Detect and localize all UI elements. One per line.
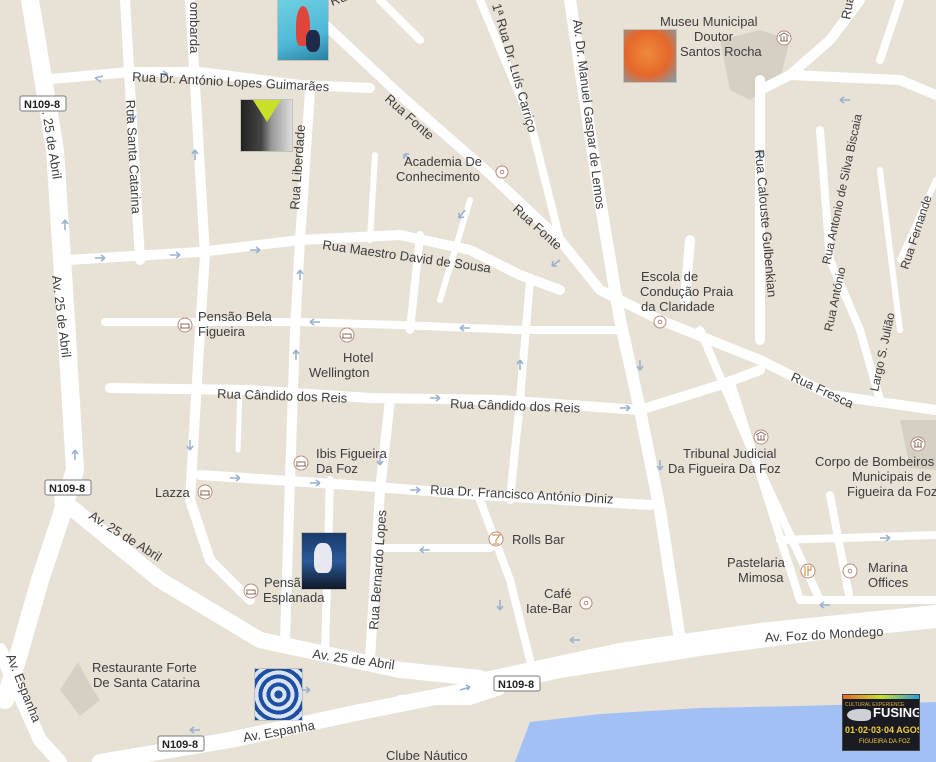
svg-text:Figueira: Figueira [198, 324, 246, 339]
svg-text:N109-8: N109-8 [162, 739, 198, 751]
photo-thumb-tiles[interactable] [255, 669, 302, 720]
svg-text:Doutor: Doutor [694, 29, 734, 44]
poi-clube-nautico[interactable]: Clube Náutico [386, 748, 468, 762]
logo-dates: 01·02·03·04 AGOSTO [845, 725, 919, 735]
map-view[interactable]: Rua Dr. António Lopes Guimarães Rua Font… [0, 0, 936, 762]
svg-text:Offices: Offices [868, 575, 909, 590]
svg-text:Santos Rocha: Santos Rocha [680, 44, 762, 59]
poi-rolls-bar[interactable]: Rolls Bar [488, 531, 565, 547]
map-canvas[interactable]: Rua Dr. António Lopes Guimarães Rua Font… [0, 0, 936, 762]
svg-text:Conhecimento: Conhecimento [396, 169, 480, 184]
shield-n109-8-2: N109-8 [44, 479, 92, 496]
svg-text:Academia De: Academia De [404, 154, 482, 169]
svg-text:Mimosa: Mimosa [738, 570, 784, 585]
logo-fish-icon [847, 709, 871, 721]
svg-text:Pastelaria: Pastelaria [727, 555, 786, 570]
hotel-icon [243, 583, 259, 599]
svg-text:Tribunal Judicial: Tribunal Judicial [683, 446, 777, 461]
svg-text:Café: Café [544, 586, 571, 601]
shield-n109-8-4: N109-8 [157, 735, 205, 752]
shield-n109-8-3: N109-8 [493, 675, 541, 692]
svg-text:Municipais de: Municipais de [852, 469, 932, 484]
svg-text:Iate-Bar: Iate-Bar [526, 601, 573, 616]
hotel-icon [293, 455, 309, 471]
svg-text:Escola de: Escola de [641, 269, 698, 284]
hotel-icon [339, 327, 355, 343]
svg-text:Pensão Bela: Pensão Bela [198, 309, 272, 324]
svg-text:Lazza: Lazza [155, 485, 190, 500]
svg-text:Condução Praia: Condução Praia [640, 284, 734, 299]
svg-text:Rolls Bar: Rolls Bar [512, 532, 565, 547]
logo-name: FUSING [873, 705, 920, 720]
svg-text:da Claridade: da Claridade [641, 299, 715, 314]
svg-text:Restaurante Forte: Restaurante Forte [92, 660, 197, 675]
svg-text:Corpo de Bombeiros: Corpo de Bombeiros [815, 454, 935, 469]
svg-text:De Santa Catarina: De Santa Catarina [93, 675, 201, 690]
shield-n109-8-1: N109-8 [19, 95, 67, 112]
logo-stripe [843, 695, 919, 699]
hotel-icon [197, 484, 213, 500]
svg-text:Clube Náutico: Clube Náutico [386, 748, 468, 762]
svg-text:Figueira da Foz: Figueira da Foz [847, 484, 936, 499]
svg-text:Museu Municipal: Museu Municipal [660, 14, 758, 29]
svg-text:Marina: Marina [868, 560, 909, 575]
logo-place: FIGUEIRA DA FOZ [859, 739, 911, 745]
svg-text:Wellington: Wellington [309, 365, 369, 380]
svg-text:Hotel: Hotel [343, 350, 373, 365]
hotel-icon [177, 317, 193, 333]
svg-text:Pensã: Pensã [264, 575, 302, 590]
photo-thumb-mural[interactable] [241, 100, 292, 151]
photo-thumb-singer[interactable] [302, 533, 346, 589]
label-lombarda: ombarda [187, 2, 202, 54]
photo-thumb-bird[interactable] [278, 0, 328, 60]
svg-text:Da Foz: Da Foz [316, 461, 358, 476]
svg-text:Esplanada: Esplanada [263, 590, 325, 605]
svg-text:Da Figueira Da Foz: Da Figueira Da Foz [668, 461, 781, 476]
poi-restaurante-forte[interactable]: Restaurante Forte De Santa Catarina [92, 660, 201, 690]
svg-text:N109-8: N109-8 [49, 483, 85, 495]
svg-text:Ibis Figueira: Ibis Figueira [316, 446, 388, 461]
svg-text:N109-8: N109-8 [24, 99, 60, 111]
svg-text:N109-8: N109-8 [498, 679, 534, 691]
fusing-logo[interactable]: CULTURAL EXPERIENCE FUSING 01·02·03·04 A… [842, 694, 920, 751]
poi-lazza[interactable]: Lazza [155, 484, 213, 500]
photo-thumb-orange[interactable] [624, 30, 676, 82]
